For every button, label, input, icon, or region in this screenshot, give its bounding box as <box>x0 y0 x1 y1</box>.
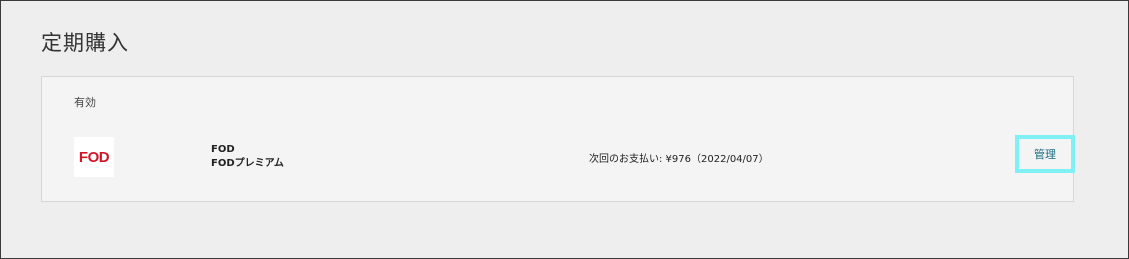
fod-logo-text: FOD <box>78 148 110 166</box>
status-label: 有効 <box>74 96 96 109</box>
service-info: FOD FODプレミアム <box>211 143 284 171</box>
plan-name: FODプレミアム <box>211 158 284 169</box>
fod-logo: FOD <box>74 137 114 177</box>
service-name: FOD <box>211 144 235 155</box>
page-title: 定期購入 <box>41 31 129 55</box>
manage-button-label: 管理 <box>1034 148 1056 161</box>
manage-button[interactable]: 管理 <box>1015 135 1075 173</box>
subscription-card: 有効 FOD FOD FODプレミアム 次回のお支払い: ¥976（2022/0… <box>41 76 1075 202</box>
subscriptions-panel: 定期購入 有効 FOD FOD FODプレミアム 次回のお支払い: ¥976（2… <box>0 0 1129 259</box>
next-payment-text: 次回のお支払い: ¥976（2022/04/07） <box>589 154 769 165</box>
